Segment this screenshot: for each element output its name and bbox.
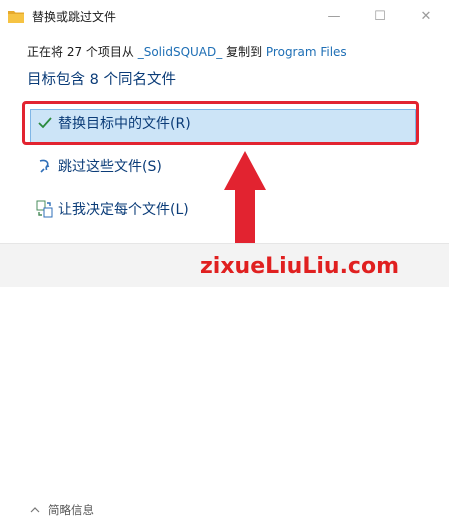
fewer-details-toggle[interactable]: 简略信息 — [30, 502, 94, 518]
watermark-text: zixueLiuLiu.com — [200, 254, 399, 279]
fewer-details-label: 简略信息 — [48, 503, 94, 517]
chevron-up-icon — [30, 505, 40, 516]
replace-or-skip-dialog: 替换或跳过文件 — ☐ ✕ 正在将 27 个项目从 _SolidSQUAD_ 复… — [0, 0, 449, 517]
